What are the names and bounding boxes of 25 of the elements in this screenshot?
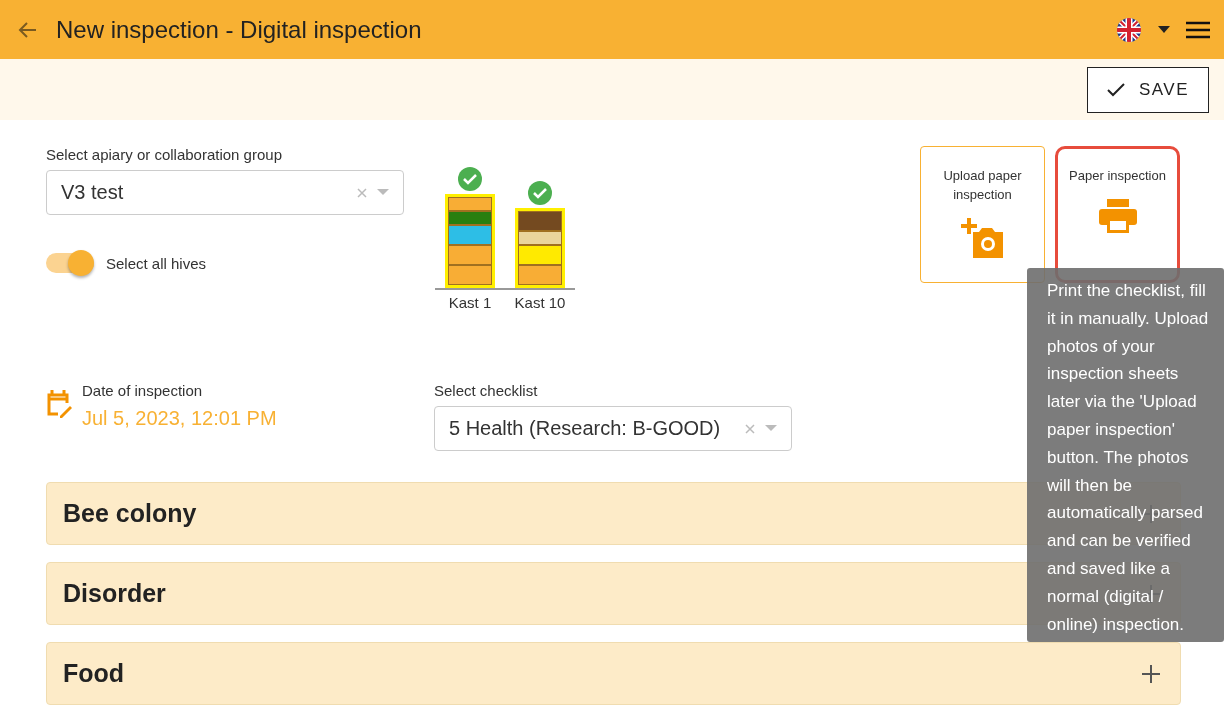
toggle-label: Select all hives [106,254,207,272]
caret-icon[interactable] [1158,25,1170,34]
tooltip: Print the checklist, fill it in manually. Upload photos of your inspection sheets later via the 'Upload paper inspection' button. The photos will then be automatically parsed and can be verified and saved like a normal (digital / online) inspection. [1027,268,1224,642]
add-camera-icon [960,218,1005,258]
calendar-icon[interactable] [46,390,72,418]
hive-name: Kast 10 [514,294,566,311]
field-label: Select apiary or collaboration group [46,146,283,163]
section-header[interactable]: Food [46,642,1181,705]
hive-name: Kast 1 [448,294,492,311]
hive-drawing[interactable] [445,194,495,288]
inspection-card[interactable]: Upload paper inspection [920,146,1045,283]
field-label: Date of inspection [82,382,204,399]
page-title: New inspection - Digital inspection [56,15,423,44]
hive-drawing[interactable] [515,208,565,288]
save-button[interactable]: SAVE [1087,66,1209,113]
menu-icon[interactable] [1186,20,1210,39]
check-icon [1106,82,1125,97]
select-all-toggle[interactable] [46,253,94,273]
printer-icon [1098,199,1137,233]
field-label: Select checklist [434,382,539,399]
clear-icon[interactable] [357,187,367,198]
flag-icon[interactable] [1116,16,1142,43]
checklist-select[interactable]: 5 Health (Research: B-GOOD) [434,406,792,451]
apiary-select[interactable]: V3 test [46,170,404,215]
clear-icon[interactable] [745,423,755,434]
